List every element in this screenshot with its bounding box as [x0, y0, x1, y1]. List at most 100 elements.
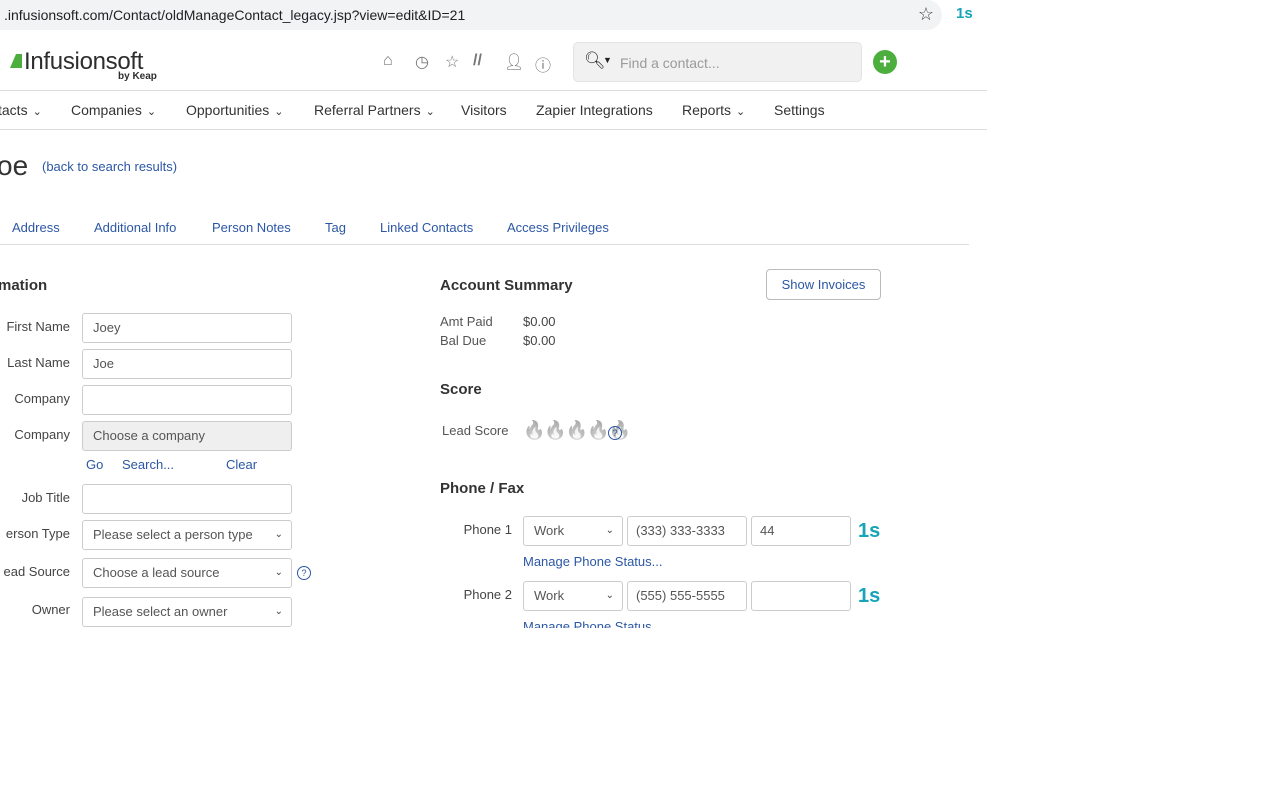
owner-label: Owner: [31, 602, 70, 617]
search-input[interactable]: [618, 52, 852, 74]
bookmark-star-icon[interactable]: ☆: [918, 4, 934, 25]
app-header: Infusionsoft by Keap ⌂ ◷ ☆ // 👤︎ ⓘ 🔍︎ ▼ …: [0, 30, 987, 90]
job-title-label: Job Title: [21, 490, 70, 505]
help-icon[interactable]: ⓘ: [535, 52, 551, 76]
nav-label: Settings: [774, 102, 825, 118]
nav-companies[interactable]: Companies ⌄: [71, 102, 156, 118]
nav-settings[interactable]: Settings: [774, 102, 825, 118]
job-title-field[interactable]: [82, 484, 292, 514]
chevron-down-icon: ⌄: [274, 606, 283, 617]
nav-contacts[interactable]: tacts ⌄: [0, 102, 42, 118]
contact-search[interactable]: 🔍︎ ▼: [573, 42, 862, 82]
lead-score-help-icon[interactable]: ?: [608, 426, 622, 440]
home-icon[interactable]: ⌂: [383, 52, 393, 70]
url-text[interactable]: .infusionsoft.com/Contact/oldManageConta…: [4, 7, 465, 23]
last-name-field[interactable]: Joe: [82, 349, 292, 379]
company-label: Company: [14, 391, 70, 406]
nav-referral-partners[interactable]: Referral Partners ⌄: [314, 102, 435, 118]
phone1-manage-status-link[interactable]: Manage Phone Status...: [523, 554, 662, 569]
company-clear-link[interactable]: Clear: [226, 457, 257, 472]
phone2-type-value: Work: [534, 588, 565, 603]
phone2-ext-field[interactable]: [751, 581, 851, 611]
nav-label: Companies: [71, 102, 142, 118]
nav-visitors[interactable]: Visitors: [461, 102, 507, 118]
last-name-label: Last Name: [7, 355, 70, 370]
company-select-label: Company: [14, 427, 70, 442]
nav-opportunities[interactable]: Opportunities ⌄: [186, 102, 284, 118]
company-field[interactable]: [82, 385, 292, 415]
nav-label: Opportunities: [186, 102, 270, 118]
phone1-type-value: Work: [534, 523, 565, 538]
chevron-down-icon: ⌄: [605, 590, 614, 601]
company-search-link[interactable]: Search...: [122, 457, 174, 472]
extension-1s-icon[interactable]: 1s: [956, 5, 973, 22]
bal-due-label: Bal Due: [440, 333, 487, 348]
user-icon[interactable]: 👤︎: [504, 52, 524, 72]
chevron-down-icon: ⌄: [736, 106, 746, 118]
tab-additional-info[interactable]: Additional Info: [94, 220, 176, 235]
tab-linked-contacts[interactable]: Linked Contacts: [380, 220, 473, 235]
history-icon[interactable]: ◷: [415, 52, 429, 72]
caret-down-icon[interactable]: ▼: [603, 55, 612, 65]
person-type-label: erson Type: [5, 526, 70, 541]
show-invoices-button[interactable]: Show Invoices: [766, 269, 881, 300]
phone2-type-select[interactable]: Work ⌄: [523, 581, 623, 611]
favorites-star-icon[interactable]: ☆: [445, 52, 459, 72]
phone1-type-select[interactable]: Work ⌄: [523, 516, 623, 546]
person-type-select[interactable]: Please select a person type ⌄: [82, 520, 292, 550]
contact-tabs: Address Additional Info Person Notes Tag…: [0, 212, 969, 245]
phone-fax-title: Phone / Fax: [440, 480, 525, 497]
main-nav: tacts ⌄ Companies ⌄ Opportunities ⌄ Referra…: [0, 90, 987, 130]
nav-label: Referral Partners: [314, 102, 421, 118]
phone2-label: Phone 2: [463, 587, 512, 602]
address-bar[interactable]: .infusionsoft.com/Contact/oldManageConta…: [0, 0, 942, 30]
page-viewport: .infusionsoft.com/Contact/oldManageConta…: [0, 0, 1280, 628]
lead-source-label: ead Source: [3, 564, 71, 579]
phone1-1s-call-icon[interactable]: 1s: [858, 520, 880, 543]
nav-label: Visitors: [461, 102, 507, 118]
tab-tag[interactable]: Tag: [325, 220, 346, 235]
chevron-down-icon: ⌄: [32, 106, 42, 118]
nav-label: Zapier Integrations: [536, 102, 653, 118]
add-button[interactable]: +: [873, 50, 897, 74]
nav-label: Reports: [682, 102, 732, 118]
chevron-down-icon: ⌄: [425, 106, 435, 118]
owner-select[interactable]: Please select an owner ⌄: [82, 597, 292, 627]
first-name-field[interactable]: Joey: [82, 313, 292, 343]
back-to-search-link[interactable]: (back to search results): [42, 159, 177, 174]
tab-address[interactable]: Address: [12, 220, 60, 235]
lead-source-value: Choose a lead source: [93, 565, 220, 580]
phone1-number-field[interactable]: (333) 333-3333: [627, 516, 747, 546]
first-name-label: First Name: [6, 319, 70, 334]
phone1-ext-field[interactable]: 44: [751, 516, 851, 546]
leaf-icon: [10, 54, 22, 68]
chevron-down-icon: ⌄: [146, 106, 157, 118]
tab-access-privileges[interactable]: Access Privileges: [507, 220, 609, 235]
zap-icon[interactable]: //: [473, 52, 482, 70]
nav-reports[interactable]: Reports ⌄: [682, 102, 745, 118]
amt-paid-value: $0.00: [523, 314, 556, 329]
chevron-down-icon: ⌄: [274, 567, 283, 578]
phone2-number-field[interactable]: (555) 555-5555: [627, 581, 747, 611]
phone2-manage-status-link[interactable]: Manage Phone Status...: [523, 619, 662, 628]
company-chooser-field[interactable]: Choose a company: [82, 421, 292, 451]
phone1-label: Phone 1: [463, 522, 512, 537]
chevron-down-icon: ⌄: [274, 106, 284, 118]
owner-value: Please select an owner: [93, 604, 228, 619]
lead-source-select[interactable]: Choose a lead source ⌄: [82, 558, 292, 588]
lead-score-label: Lead Score: [442, 423, 509, 438]
phone2-1s-call-icon[interactable]: 1s: [858, 585, 880, 608]
information-section-title: mation: [0, 277, 48, 294]
company-go-link[interactable]: Go: [86, 457, 103, 472]
lead-source-help-icon[interactable]: ?: [297, 566, 311, 580]
chevron-down-icon: ⌄: [605, 525, 614, 536]
nav-zapier-integrations[interactable]: Zapier Integrations: [536, 102, 653, 118]
nav-label: tacts: [0, 102, 28, 118]
account-summary-title: Account Summary: [440, 277, 573, 294]
chevron-down-icon: ⌄: [274, 529, 283, 540]
tab-person-notes[interactable]: Person Notes: [212, 220, 291, 235]
score-title: Score: [440, 381, 482, 398]
person-type-value: Please select a person type: [93, 527, 253, 542]
amt-paid-label: Amt Paid: [440, 314, 493, 329]
bal-due-value: $0.00: [523, 333, 556, 348]
